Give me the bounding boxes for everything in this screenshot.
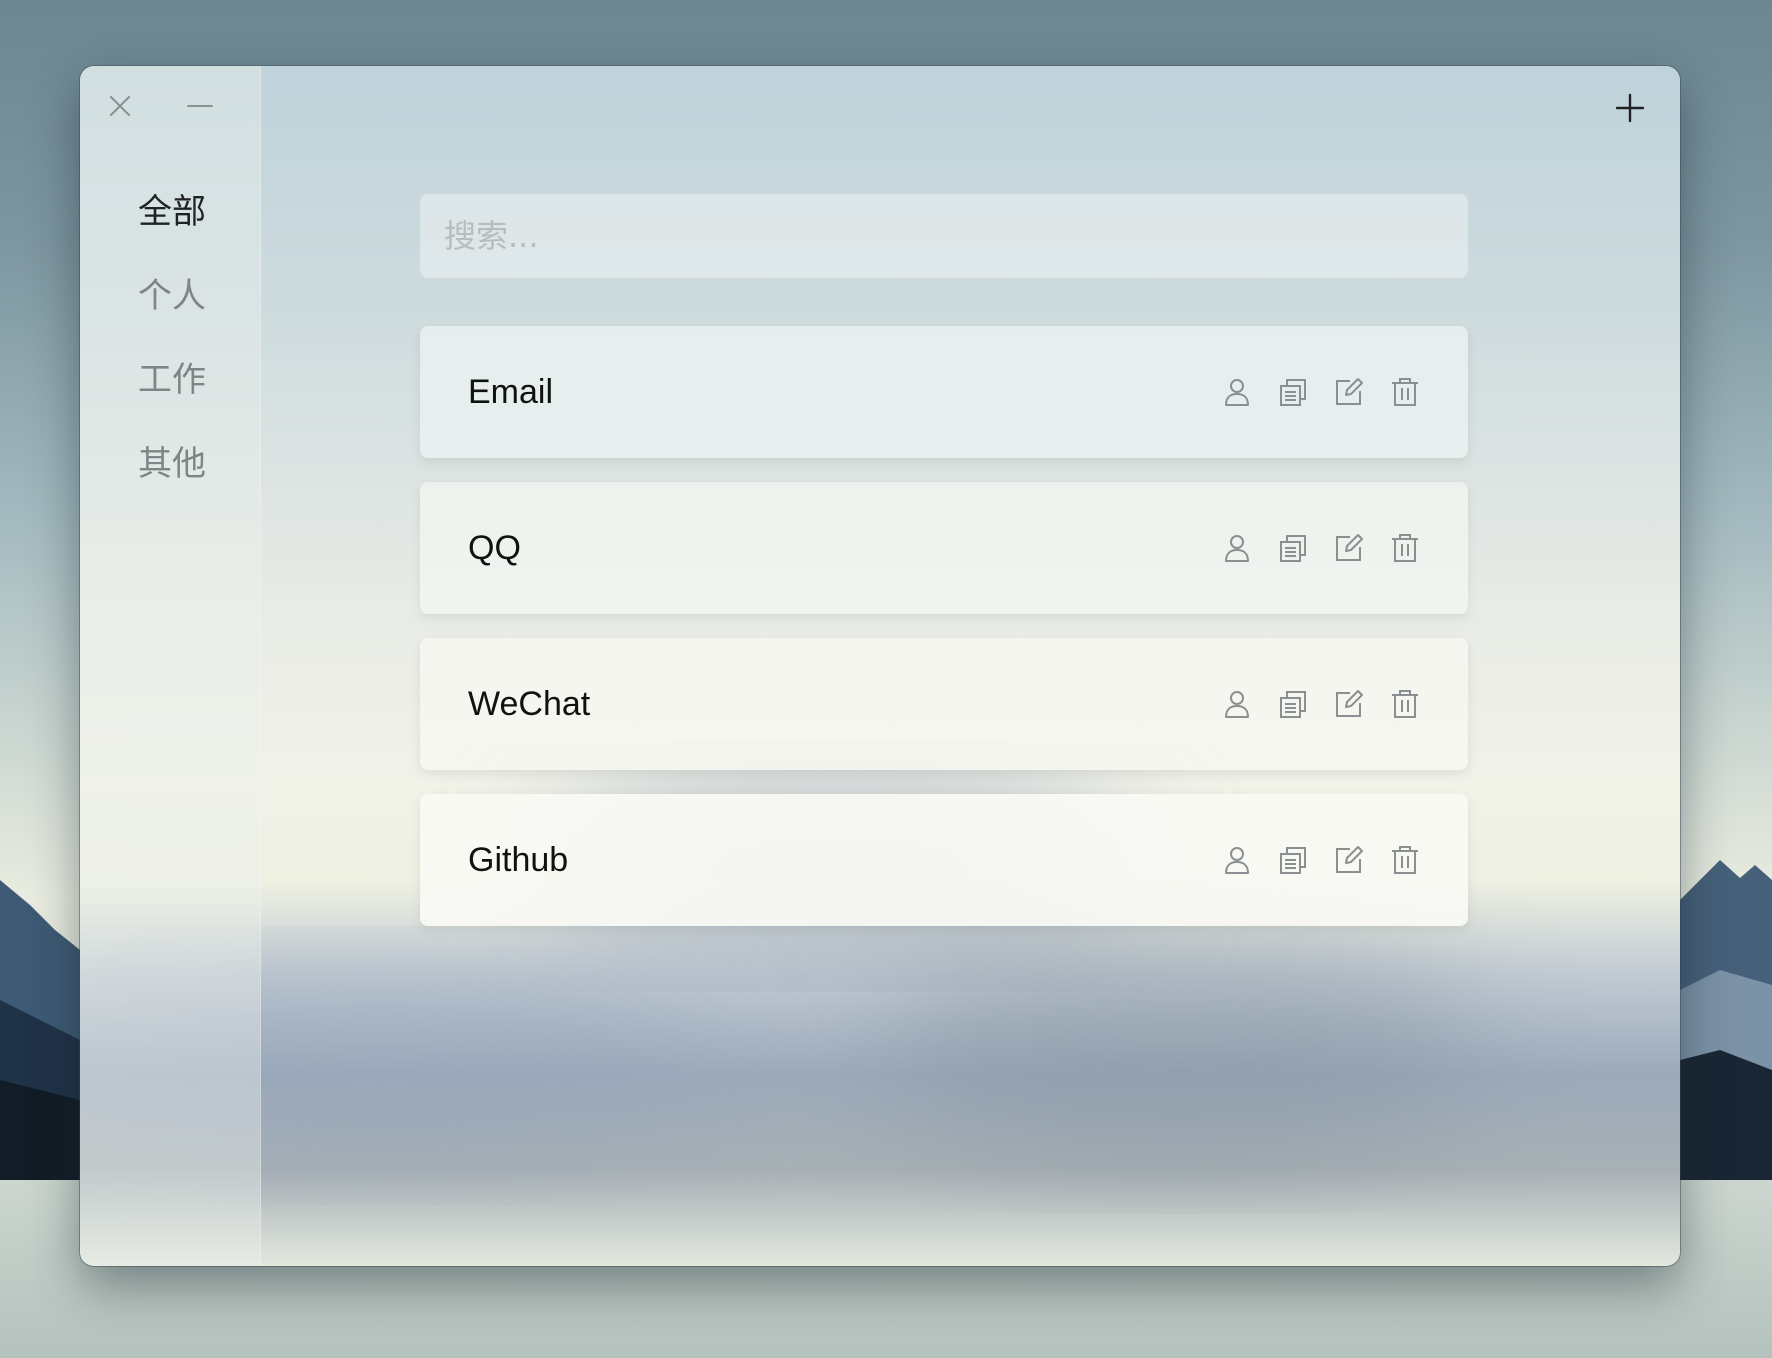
nav-item-other[interactable]: 其他 (80, 418, 260, 502)
close-button[interactable] (100, 86, 140, 126)
account-row[interactable]: Github (420, 794, 1468, 926)
copy-icon (1280, 691, 1306, 718)
account-name: QQ (468, 528, 521, 567)
copy-password-button[interactable] (1274, 529, 1312, 567)
delete-button[interactable] (1386, 685, 1424, 723)
edit-button[interactable] (1330, 841, 1368, 879)
row-actions (1218, 841, 1424, 879)
edit-icon (1336, 690, 1363, 717)
trash-icon (1392, 690, 1418, 718)
copy-username-button[interactable] (1218, 841, 1256, 879)
trash-icon (1392, 846, 1418, 874)
edit-button[interactable] (1330, 529, 1368, 567)
row-actions (1218, 685, 1424, 723)
copy-password-button[interactable] (1274, 841, 1312, 879)
sidebar: 全部 个人 工作 其他 (80, 66, 261, 1266)
edit-icon (1336, 846, 1363, 873)
account-name: Github (468, 840, 569, 879)
user-icon (1225, 379, 1249, 406)
copy-password-button[interactable] (1274, 373, 1312, 411)
category-nav: 全部 个人 工作 其他 (80, 166, 260, 502)
edit-button[interactable] (1330, 373, 1368, 411)
add-account-button[interactable] (1608, 86, 1652, 130)
copy-username-button[interactable] (1218, 373, 1256, 411)
copy-username-button[interactable] (1218, 685, 1256, 723)
account-name: WeChat (468, 684, 591, 723)
nav-item-personal[interactable]: 个人 (80, 250, 260, 334)
account-list: Email QQ WeChat Github (420, 326, 1468, 950)
search-input[interactable] (420, 194, 1468, 278)
copy-icon (1280, 379, 1306, 406)
plus-icon (1615, 93, 1645, 123)
copy-icon (1280, 535, 1306, 562)
copy-icon (1280, 847, 1306, 874)
minimize-icon (187, 105, 213, 107)
edit-icon (1336, 534, 1363, 561)
row-actions (1218, 373, 1424, 411)
app-window: 全部 个人 工作 其他 Email (80, 66, 1680, 1266)
copy-password-button[interactable] (1274, 685, 1312, 723)
trash-icon (1392, 534, 1418, 562)
row-actions (1218, 529, 1424, 567)
delete-button[interactable] (1386, 841, 1424, 879)
user-icon (1225, 691, 1249, 718)
nav-item-work[interactable]: 工作 (80, 334, 260, 418)
close-icon (110, 96, 130, 116)
trash-icon (1392, 378, 1418, 406)
user-icon (1225, 535, 1249, 562)
account-row[interactable]: QQ (420, 482, 1468, 614)
minimize-button[interactable] (180, 86, 220, 126)
user-icon (1225, 847, 1249, 874)
account-name: Email (468, 372, 554, 411)
account-row[interactable]: WeChat (420, 638, 1468, 770)
nav-item-all[interactable]: 全部 (80, 166, 260, 250)
edit-icon (1336, 378, 1363, 405)
edit-button[interactable] (1330, 685, 1368, 723)
copy-username-button[interactable] (1218, 529, 1256, 567)
delete-button[interactable] (1386, 529, 1424, 567)
delete-button[interactable] (1386, 373, 1424, 411)
account-row[interactable]: Email (420, 326, 1468, 458)
